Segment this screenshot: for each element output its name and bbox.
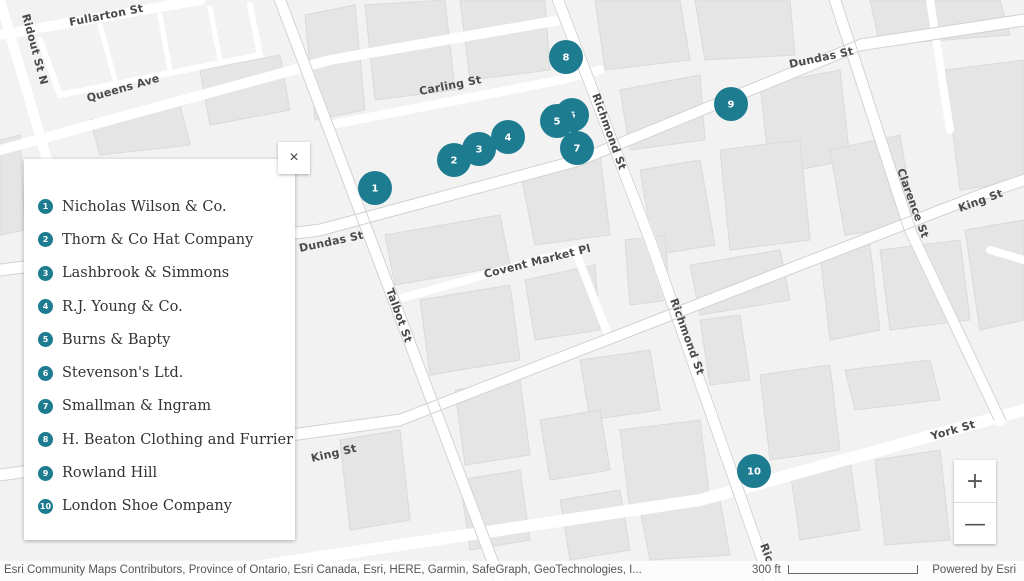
legend-number-badge: 4 <box>38 299 53 315</box>
scale-bar <box>788 565 918 574</box>
powered-by-text[interactable]: Powered by Esri <box>932 564 1016 576</box>
map-marker-3[interactable]: 3 <box>462 132 496 166</box>
legend-item-label: Lashbrook & Simmons <box>62 265 230 282</box>
map-marker-7[interactable]: 7 <box>560 131 594 165</box>
legend-item-2[interactable]: 2 Thorn & Co Hat Company <box>38 223 293 256</box>
legend-item-8[interactable]: 8 H. Beaton Clothing and Furrier <box>38 423 293 456</box>
map-marker-9[interactable]: 9 <box>714 87 748 121</box>
legend-number-badge: 3 <box>38 265 53 281</box>
legend-number-badge: 7 <box>38 398 53 414</box>
zoom-in-button[interactable]: + <box>954 460 996 503</box>
legend-number-badge: 6 <box>38 365 53 381</box>
legend-item-9[interactable]: 9 Rowland Hill <box>38 456 293 489</box>
zoom-controls: + — <box>954 460 996 544</box>
legend-item-label: Stevenson's Ltd. <box>62 365 184 382</box>
svg-text:1: 1 <box>372 184 379 195</box>
legend-item-label: Rowland Hill <box>62 465 158 482</box>
close-legend-button[interactable]: × <box>278 142 310 174</box>
legend-number-badge: 9 <box>38 465 53 481</box>
map-marker-1[interactable]: 1 <box>358 171 392 205</box>
legend-panel: 1 Nicholas Wilson & Co. 2 Thorn & Co Hat C… <box>24 159 295 540</box>
legend-number-badge: 5 <box>38 332 53 348</box>
svg-text:7: 7 <box>574 144 581 155</box>
svg-text:9: 9 <box>728 100 735 111</box>
svg-text:5: 5 <box>554 117 561 128</box>
legend-item-4[interactable]: 4 R.J. Young & Co. <box>38 290 293 323</box>
legend-item-label: Nicholas Wilson & Co. <box>62 198 227 215</box>
legend-item-3[interactable]: 3 Lashbrook & Simmons <box>38 257 293 290</box>
scale-label: 300 ft <box>752 564 781 576</box>
map-marker-5[interactable]: 5 <box>540 104 574 138</box>
svg-text:8: 8 <box>563 53 570 64</box>
plus-icon: + <box>965 468 985 494</box>
legend-item-label: London Shoe Company <box>62 498 232 515</box>
legend-item-label: R.J. Young & Co. <box>62 298 183 315</box>
legend-number-badge: 8 <box>38 432 53 448</box>
attribution-text[interactable]: Esri Community Maps Contributors, Provin… <box>4 564 704 576</box>
legend-item-label: Thorn & Co Hat Company <box>62 231 254 248</box>
legend-item-label: Smallman & Ingram <box>62 398 212 415</box>
legend-item-10[interactable]: 10 London Shoe Company <box>38 490 293 523</box>
minus-icon: — <box>964 511 986 537</box>
svg-text:2: 2 <box>451 156 458 167</box>
legend-number-badge: 1 <box>38 199 53 215</box>
attribution-bar: Esri Community Maps Contributors, Provin… <box>0 561 1024 581</box>
legend-item-6[interactable]: 6 Stevenson's Ltd. <box>38 356 293 389</box>
map-marker-4[interactable]: 4 <box>491 120 525 154</box>
map-marker-8[interactable]: 8 <box>549 40 583 74</box>
close-icon: × <box>289 149 299 166</box>
svg-text:4: 4 <box>505 133 512 144</box>
legend-item-5[interactable]: 5 Burns & Bapty <box>38 323 293 356</box>
legend-item-label: H. Beaton Clothing and Furrier <box>62 431 294 448</box>
svg-text:3: 3 <box>476 145 483 156</box>
zoom-out-button[interactable]: — <box>954 503 996 545</box>
map-marker-10[interactable]: 10 <box>737 454 771 488</box>
legend-item-1[interactable]: 1 Nicholas Wilson & Co. <box>38 190 293 223</box>
legend-item-7[interactable]: 7 Smallman & Ingram <box>38 390 293 423</box>
legend-number-badge: 2 <box>38 232 53 248</box>
legend-list: 1 Nicholas Wilson & Co. 2 Thorn & Co Hat C… <box>38 190 293 523</box>
legend-number-badge: 10 <box>38 498 53 514</box>
svg-text:10: 10 <box>747 467 761 478</box>
legend-item-label: Burns & Bapty <box>62 331 171 348</box>
